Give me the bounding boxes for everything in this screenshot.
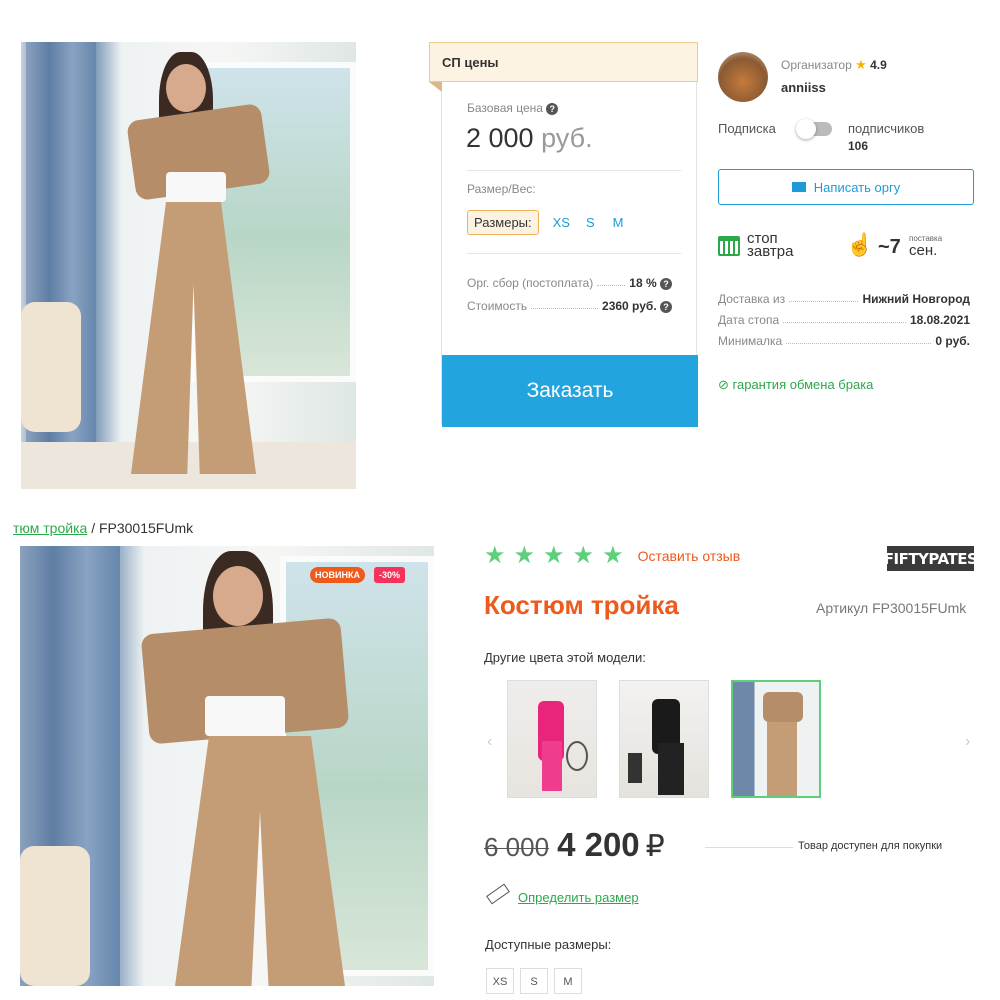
cost-row: Стоимость 2360 руб. ? <box>467 299 672 313</box>
color-thumb-black[interactable] <box>619 680 709 798</box>
divider <box>467 253 681 254</box>
divider <box>467 170 681 171</box>
color-thumb-beige[interactable] <box>731 680 821 798</box>
size-chip-s[interactable]: S <box>520 968 548 994</box>
rating-row: ★ ★ ★ ★ ★ Оставить отзыв <box>484 544 740 568</box>
check-circle-icon: ⊘ <box>718 377 729 392</box>
breadcrumb-link[interactable]: тюм тройка <box>13 520 87 536</box>
cost-value: 2360 руб. <box>602 299 657 313</box>
base-price-value: 2 000 <box>466 123 534 153</box>
organizer-rating: 4.9 <box>870 58 887 72</box>
star-icon[interactable]: ★ <box>543 544 565 568</box>
main-product-photo[interactable]: НОВИНКА -30% <box>20 546 434 986</box>
carousel-next-icon[interactable]: › <box>965 733 970 751</box>
stop-date-label: завтра <box>747 243 794 260</box>
sizes-label: Размеры: <box>467 210 539 235</box>
guarantee-line: ⊘ гарантия обмена брака <box>718 377 873 393</box>
sp-tab-label: СП цены <box>442 55 499 70</box>
size-chip-xs[interactable]: XS <box>486 968 514 994</box>
subscribers-label: подписчиков <box>848 121 925 136</box>
detail-label: Минималка <box>718 334 783 348</box>
star-icon[interactable]: ★ <box>484 544 506 568</box>
ruler-icon <box>486 883 510 905</box>
subscribers-count: 106 <box>848 139 869 153</box>
carousel-prev-icon[interactable]: ‹ <box>487 733 492 751</box>
size-weight-label: Размер/Вес: <box>467 182 536 196</box>
detail-value: Нижний Новгород <box>862 292 970 306</box>
breadcrumb-current: FP30015FUmk <box>98 520 194 536</box>
org-fee-label: Орг. сбор (постоплата) <box>467 276 594 290</box>
review-link[interactable]: Оставить отзыв <box>638 548 741 564</box>
star-icon[interactable]: ★ <box>514 544 536 568</box>
organizer-panel: Организатор ★ 4.9 anniiss Подписка подпи… <box>718 50 976 400</box>
star-icon: ★ <box>855 57 867 72</box>
availability-text: Товар доступен для покупки <box>798 840 943 852</box>
detail-value: 0 руб. <box>935 334 970 348</box>
subscription-toggle[interactable] <box>796 119 832 139</box>
size-option-s[interactable]: S <box>586 215 595 230</box>
available-sizes: XS S M <box>486 968 588 994</box>
organizer-name[interactable]: anniiss <box>781 80 826 95</box>
delivery-hand-icon: ☝ <box>846 232 874 257</box>
brand-logo[interactable]: FIFTYPATES <box>884 546 978 571</box>
envelope-icon <box>791 182 806 192</box>
delivery-approx: ~7 <box>878 236 901 258</box>
base-price-currency: руб. <box>541 123 593 153</box>
breadcrumb: тюм тройка / FP30015FUmk <box>13 520 193 536</box>
badge-new: НОВИНКА <box>310 567 365 583</box>
divider <box>705 847 793 848</box>
organizer-role-label: Организатор <box>781 58 852 72</box>
available-sizes-label: Доступные размеры: <box>485 937 612 952</box>
size-chip-m[interactable]: M <box>554 968 582 994</box>
product-article: Артикул FP30015FUmk <box>816 600 967 616</box>
badge-discount: -30% <box>374 567 406 583</box>
product-title: Костюм тройка <box>484 590 679 620</box>
calendar-icon <box>718 236 740 256</box>
tab-sp-prices[interactable]: СП цены <box>429 42 698 82</box>
help-icon[interactable]: ? <box>660 278 672 290</box>
delivery-unit: сен. <box>909 242 938 259</box>
subscription-label: Подписка <box>718 121 776 136</box>
breadcrumb-separator: / <box>91 520 96 536</box>
org-fee-value: 18 % <box>629 276 657 290</box>
base-price: 2 000 руб. <box>466 123 593 154</box>
guarantee-text: гарантия обмена брака <box>732 377 874 392</box>
top-product-photo <box>21 42 356 489</box>
star-icon[interactable]: ★ <box>573 544 595 568</box>
base-price-label: Базовая цена <box>467 101 543 115</box>
detail-label: Доставка из <box>718 292 786 306</box>
detail-row: Дата стопа 18.08.2021 <box>718 313 970 327</box>
detail-row: Доставка из Нижний Новгород <box>718 292 970 306</box>
order-button-label: Заказать <box>526 379 614 402</box>
detail-value: 18.08.2021 <box>909 313 970 327</box>
old-price: 6 000 <box>484 832 550 862</box>
price-row: 6 000 4 200 ₽ <box>484 826 665 864</box>
star-icon[interactable]: ★ <box>602 544 624 568</box>
size-selector: Размеры: XS S M <box>467 210 624 235</box>
currency-symbol: ₽ <box>645 830 665 863</box>
sp-price-panel: СП цены Базовая цена ? 2 000 руб. Размер… <box>429 42 698 427</box>
current-price: 4 200 <box>557 826 640 863</box>
detail-label: Дата стопа <box>718 313 780 327</box>
avatar[interactable] <box>718 52 768 102</box>
help-icon[interactable]: ? <box>660 301 672 313</box>
color-thumb-pink[interactable] <box>507 680 597 798</box>
message-button-label: Написать оргу <box>813 179 901 195</box>
order-button[interactable]: Заказать <box>442 355 698 427</box>
help-icon[interactable]: ? <box>546 102 559 115</box>
size-guide-link[interactable]: Определить размер <box>518 890 639 905</box>
size-option-m[interactable]: M <box>613 215 624 230</box>
size-option-xs[interactable]: XS <box>553 215 570 230</box>
message-organizer-button[interactable]: Написать оргу <box>718 169 974 205</box>
org-fee-row: Орг. сбор (постоплата) 18 % ? <box>467 276 672 290</box>
other-colors-label: Другие цвета этой модели: <box>484 650 646 665</box>
detail-row: Минималка 0 руб. <box>718 334 970 348</box>
cost-label: Стоимость <box>467 299 528 313</box>
